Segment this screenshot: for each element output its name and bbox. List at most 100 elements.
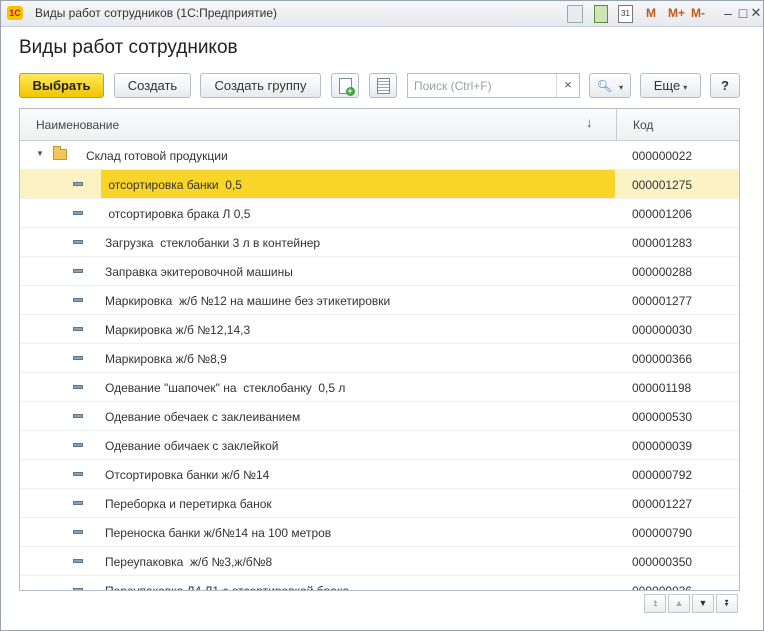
catalog-item-icon <box>73 298 83 302</box>
table-row[interactable]: Одевание "шапочек" на стеклобанку 0,5 л 0… <box>20 373 739 402</box>
folder-icon <box>53 146 67 160</box>
table-row[interactable]: отсортировка брака Л 0,5 000001206 <box>20 199 739 228</box>
list-button[interactable] <box>369 73 397 98</box>
search-input[interactable] <box>408 74 570 97</box>
table-row[interactable]: Одевание обечаек с заклеиванием 000000530 <box>20 402 739 431</box>
row-name: Одевание "шапочек" на стеклобанку 0,5 л <box>105 381 346 395</box>
catalog-item-icon <box>73 472 83 476</box>
row-code: 000000039 <box>632 439 693 453</box>
row-name: Заправка экитеровочной машины <box>105 265 293 279</box>
clear-search-icon[interactable]: × <box>556 74 579 97</box>
row-name: Отсортировка банки ж/б №14 <box>105 468 270 482</box>
more-label: Еще <box>653 78 681 93</box>
row-name: отсортировка брака Л 0,5 <box>105 207 251 221</box>
row-name: Переборка и перетирка банок <box>105 497 272 511</box>
table-row[interactable]: Одевание обичаек с заклейкой 000000039 <box>20 431 739 460</box>
row-name: Маркировка ж/б №12 на машине без этикети… <box>105 294 391 308</box>
help-button[interactable]: ? <box>710 73 740 98</box>
memory-mplus-button[interactable]: M+ <box>668 6 685 22</box>
chevron-down-icon: ▾ <box>619 83 624 92</box>
calculator-icon[interactable] <box>594 5 608 23</box>
more-button[interactable]: Еще ▾ <box>640 73 701 98</box>
calendar-icon[interactable]: 31 <box>618 5 633 23</box>
row-name: Переупаковка Л4 Л1 с отсортировкой брака <box>105 584 350 591</box>
catalog-item-icon <box>73 182 83 186</box>
row-name: Переноска банки ж/б№14 на 100 метров <box>105 526 332 540</box>
column-header-code-cell[interactable]: Код <box>616 109 739 140</box>
row-name: Маркировка ж/б №8,9 <box>105 352 227 366</box>
table-header: Наименование ↓ Код <box>20 109 739 141</box>
table-row[interactable]: Переноска банки ж/б№14 на 100 метров 0000… <box>20 518 739 547</box>
row-code: 000000790 <box>632 526 693 540</box>
catalog-item-icon <box>73 414 83 418</box>
table-row[interactable]: Отсортировка банки ж/б №14 000000792 <box>20 460 739 489</box>
group-row[interactable]: ▼ Склад готовой продукции 000000022 <box>20 141 739 170</box>
row-code: 000000288 <box>632 265 693 279</box>
group-code: 000000022 <box>632 149 693 163</box>
row-name: Загрузка стеклобанки 3 л в контейнер <box>105 236 321 250</box>
row-name: отсортировка банки 0,5 <box>105 178 242 192</box>
table-row[interactable]: Переупаковка ж/б №3,ж/б№8 000000350 <box>20 547 739 576</box>
table-row[interactable]: Переупаковка Л4 Л1 с отсортировкой брака… <box>20 576 739 591</box>
catalog-item-icon <box>73 356 83 360</box>
row-code: 000001277 <box>632 294 693 308</box>
row-code: 000000792 <box>632 468 693 482</box>
scroll-up-button[interactable]: ▲ <box>668 594 690 613</box>
catalog-item-icon <box>73 559 83 563</box>
document-icon[interactable] <box>567 5 583 23</box>
list-icon <box>376 78 390 94</box>
catalog-item-icon <box>73 588 83 590</box>
catalog-item-icon <box>73 443 83 447</box>
create-button[interactable]: Создать <box>114 73 191 98</box>
column-header-code: Код <box>633 118 654 132</box>
table-row[interactable]: Маркировка ж/б №12 на машине без этикети… <box>20 286 739 315</box>
sort-arrow-icon[interactable]: ↓ <box>586 115 593 130</box>
memory-mminus-button[interactable]: M- <box>691 6 705 22</box>
scroll-down-button[interactable]: ▼ <box>692 594 714 613</box>
close-icon[interactable]: ✕ <box>747 4 763 22</box>
add-copy-button[interactable]: + <box>331 73 359 98</box>
catalog-item-icon <box>73 327 83 331</box>
row-name: Одевание обичаек с заклейкой <box>105 439 279 453</box>
select-button[interactable]: Выбрать <box>19 73 104 98</box>
catalog-item-icon <box>73 240 83 244</box>
row-code: 000000030 <box>632 323 693 337</box>
row-code: 000001198 <box>632 381 692 395</box>
window-title: Виды работ сотрудников (1С:Предприятие) <box>35 6 278 20</box>
table-row[interactable]: Заправка экитеровочной машины 000000288 <box>20 257 739 286</box>
catalog-item-icon <box>73 501 83 505</box>
table-row[interactable]: отсортировка банки 0,5 000001275 <box>20 170 739 199</box>
row-name: Маркировка ж/б №12,14,3 <box>105 323 251 337</box>
title-bar: 1С Виды работ сотрудников (1С:Предприяти… <box>1 1 763 27</box>
find-button[interactable]: 🔍︎ ▾ <box>589 73 631 98</box>
magnifier-icon: 🔍︎ <box>596 79 613 93</box>
collapse-arrow-icon[interactable]: ▼ <box>36 149 44 158</box>
table-row[interactable]: Загрузка стеклобанки 3 л в контейнер 0000… <box>20 228 739 257</box>
table-body: ▼ Склад готовой продукции 000000022 отсо… <box>20 141 739 591</box>
row-code: 000001227 <box>632 497 693 511</box>
table-row[interactable]: Маркировка ж/б №12,14,3 000000030 <box>20 315 739 344</box>
row-code: 000001206 <box>632 207 693 221</box>
scroll-last-button[interactable]: ⏬︎ <box>716 594 738 613</box>
add-copy-icon: + <box>338 78 355 96</box>
row-code: 000001283 <box>632 236 693 250</box>
memory-m-button[interactable]: M <box>646 6 656 22</box>
table-row[interactable]: Маркировка ж/б №8,9 000000366 <box>20 344 739 373</box>
create-group-button[interactable]: Создать группу <box>200 73 321 98</box>
row-code: 000000530 <box>632 410 693 424</box>
page-title: Виды работ сотрудников <box>19 37 238 58</box>
1c-logo-icon[interactable]: 1С <box>7 6 23 20</box>
scroll-first-button[interactable]: ⏫︎ <box>644 594 666 613</box>
catalog-item-icon <box>73 211 83 215</box>
table-row[interactable]: Переборка и перетирка банок 000001227 <box>20 489 739 518</box>
app-window: 1С Виды работ сотрудников (1С:Предприяти… <box>0 0 764 631</box>
catalog-item-icon <box>73 530 83 534</box>
row-code: 000000350 <box>632 555 693 569</box>
row-name: Одевание обечаек с заклеиванием <box>105 410 301 424</box>
row-code: 000000036 <box>632 584 693 591</box>
column-header-name[interactable]: Наименование <box>36 118 119 132</box>
chevron-down-icon: ▾ <box>683 83 688 92</box>
row-code: 000000366 <box>632 352 693 366</box>
catalog-item-icon <box>73 385 83 389</box>
row-code: 000001275 <box>632 178 693 192</box>
